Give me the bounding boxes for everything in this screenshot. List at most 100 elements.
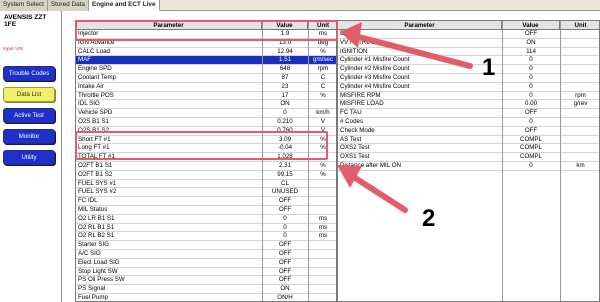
value-cell: 0 [529, 65, 533, 73]
value-cell: 0.00 [524, 100, 538, 108]
data-list-button[interactable]: Data List [3, 87, 55, 102]
table-row[interactable]: PS Oil Press SW OFF [76, 276, 336, 286]
parameter-cell: Cylinder #3 Misfire Count [340, 73, 410, 81]
unit-cell [560, 83, 600, 92]
parameter-cell: MAF [78, 56, 92, 64]
tab-engine-ect-live[interactable]: Engine and ECT Live [88, 0, 160, 11]
table-row[interactable]: Throttle POS 17% [76, 92, 336, 101]
value-cell: ON [280, 285, 290, 293]
sidebar: AVENSIS ZZT 1FE Input VIN Trouble Codes … [0, 11, 62, 302]
unit-cell: g/rev [573, 100, 588, 108]
table-row[interactable]: IDL SIG ON [76, 100, 336, 110]
unit-cell: % [320, 91, 326, 99]
value-cell: 0 [529, 91, 533, 99]
column-divider [308, 21, 309, 301]
unit-cell [308, 180, 338, 189]
table-row[interactable]: FC IDL OFF [76, 197, 336, 206]
value-cell: 0 [283, 109, 287, 117]
parameter-cell: FUEL SYS #1 [78, 179, 117, 187]
unit-cell [560, 118, 600, 127]
unit-cell [560, 65, 600, 74]
parameter-cell: Check Mode [340, 126, 375, 134]
value-cell: ON [526, 38, 536, 46]
table-row[interactable]: O2S B1 S1 0.210 V [76, 118, 336, 127]
trouble-codes-button[interactable]: Trouble Codes [3, 66, 55, 81]
column-divider [262, 21, 263, 301]
table-row[interactable]: FUEL SYS #1 CL [76, 180, 336, 189]
table-row[interactable]: Starter SIG OFF [76, 241, 336, 250]
monitor-button[interactable]: Monitor [3, 129, 55, 144]
table-row[interactable]: CALC Load 12.94% [76, 48, 336, 57]
header-unit[interactable]: Unit [560, 21, 600, 30]
value-cell: 0 [529, 73, 533, 81]
left-data-table: Parameter Value Unit Injector 1.9 ms IGN Ad… [75, 20, 337, 302]
tab-stored-data[interactable]: Stored Data [47, 0, 89, 11]
parameter-cell: Throttle POS [78, 91, 114, 99]
tab-system-select[interactable]: System Select [0, 0, 48, 11]
table-row[interactable]: MAF 1.51 gm/sec [76, 56, 336, 66]
table-row[interactable]: Elect Load SIG OFF [76, 259, 336, 268]
parameter-cell: Vehicle SPD [78, 109, 113, 117]
value-cell: 0 [529, 82, 533, 90]
annotation-label-2: 2 [422, 205, 436, 232]
parameter-cell: O2 RL B1 S1 [78, 223, 115, 231]
value-cell: 12.94 [277, 47, 293, 55]
value-cell: 0 [529, 117, 533, 125]
right-data-table: Parameter Value Unit EVAP OFF VVT CTRL B1 O… [337, 20, 600, 302]
table-row[interactable]: FUEL SYS #2 UNUSED [76, 188, 336, 198]
parameter-cell: Cylinder #4 Misfire Count [340, 82, 410, 90]
table-row[interactable]: O2 RL B2 S1 0 ms [76, 232, 336, 242]
table-row[interactable]: Vehicle SPD 0 km/h [76, 109, 336, 118]
parameter-cell: Starter SIG [78, 241, 109, 249]
table-row[interactable]: O2FT B1 S1 2.31% [76, 162, 336, 171]
parameter-cell: O2 LR B1 S1 [78, 214, 115, 222]
column-divider [560, 21, 561, 301]
unit-cell [560, 153, 600, 162]
active-test-button[interactable]: Active Test [3, 108, 55, 123]
table-row[interactable]: Intake Air 23 C [76, 83, 336, 92]
unit-cell [560, 144, 600, 153]
column-divider [502, 21, 503, 301]
vehicle-engine: 1FE [4, 21, 17, 29]
value-cell: 99.15 [277, 170, 293, 178]
value-cell: OFF [278, 205, 292, 213]
table-row[interactable]: A/C SIG OFF [76, 250, 336, 259]
table-row[interactable]: O2 RL B1 S1 0 ms [76, 224, 336, 233]
unit-cell [560, 109, 600, 118]
table-row[interactable]: Engine SPD 648 rpm [76, 65, 336, 74]
vehicle-name: AVENSIS ZZT 1FE [4, 14, 46, 28]
left-table-rows: Injector 1.9 ms IGN Advance 13.0 deg CALC Load… [76, 30, 336, 302]
utility-button[interactable]: Utility [3, 150, 55, 165]
parameter-cell: O2 RL B2 S1 [78, 232, 115, 240]
parameter-cell: MIL Status [78, 205, 108, 213]
table-row[interactable]: O2FT B1 S2 99.15% [76, 171, 336, 180]
unit-cell: % [320, 47, 326, 55]
table-row[interactable]: O2 LR B1 S1 0 ms [76, 215, 336, 224]
annotation-box-2 [75, 131, 328, 160]
header-value[interactable]: Value [502, 21, 560, 30]
parameter-cell: Intake Air [78, 82, 104, 90]
parameter-cell: O2FT B1 S1 [78, 161, 113, 169]
unit-cell [560, 136, 600, 145]
value-cell: 17 [281, 91, 289, 99]
unit-cell: rpm [317, 65, 329, 73]
unit-cell: V [320, 117, 326, 125]
unit-cell [560, 48, 600, 57]
table-row[interactable]: Stop Light SW OFF [76, 268, 336, 277]
table-row[interactable]: Fuel Pump ON/H [76, 294, 336, 302]
table-row[interactable]: MIL Status OFF [76, 206, 336, 215]
parameter-cell: MISFIRE LOAD [340, 100, 384, 108]
parameter-cell: O2FT B1 S2 [78, 170, 113, 178]
value-cell: OFF [524, 109, 538, 117]
value-cell: 87 [281, 73, 289, 81]
parameter-cell: EVAP [340, 30, 357, 37]
input-vin-label[interactable]: Input VIN [3, 47, 23, 52]
header-parameter[interactable]: Parameter [338, 21, 502, 30]
value-cell: CL [281, 179, 289, 187]
parameter-cell: Distance after MIL ON [340, 161, 401, 169]
parameter-cell: IDL SIG [78, 100, 100, 108]
value-cell: OFF [524, 126, 538, 134]
unit-cell [308, 197, 338, 206]
table-row[interactable]: Coolant Temp 87 C [76, 74, 336, 83]
table-row[interactable]: PS Signal ON [76, 285, 336, 294]
